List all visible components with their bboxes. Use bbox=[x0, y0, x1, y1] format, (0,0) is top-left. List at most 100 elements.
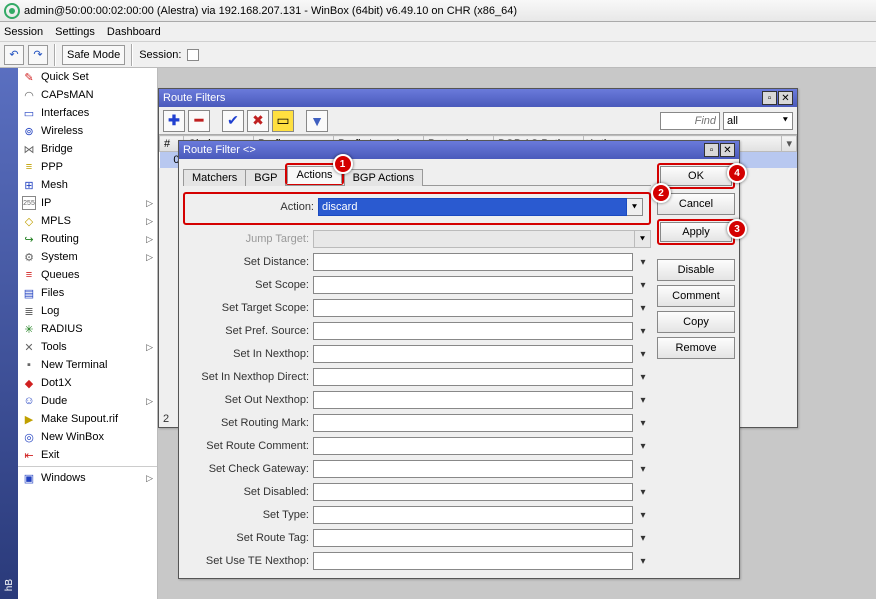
remove-button[interactable]: ━ bbox=[188, 110, 210, 132]
field-input[interactable] bbox=[313, 276, 633, 294]
sidebar-item-bridge[interactable]: ⋈Bridge bbox=[18, 140, 157, 158]
form-row: Set Check Gateway:▾ bbox=[183, 459, 651, 479]
dialog-titlebar[interactable]: Route Filter <> ▫ ✕ bbox=[179, 141, 739, 159]
filter-combo[interactable]: all ⯆ bbox=[723, 112, 793, 130]
close-icon[interactable]: ✕ bbox=[720, 143, 735, 157]
sidebar-item-ip[interactable]: 255IP▷ bbox=[18, 194, 157, 212]
action-field[interactable]: discard bbox=[318, 198, 627, 216]
sidebar-item-dude[interactable]: ☺Dude▷ bbox=[18, 392, 157, 410]
sidebar-item-files[interactable]: ▤Files bbox=[18, 284, 157, 302]
safe-mode-button[interactable]: Safe Mode bbox=[62, 45, 125, 65]
tab-matchers[interactable]: Matchers bbox=[183, 169, 246, 186]
sidebar-icon: ⚙ bbox=[22, 250, 36, 264]
menu-dashboard[interactable]: Dashboard bbox=[107, 26, 161, 38]
sidebar-item-queues[interactable]: ≡Queues bbox=[18, 266, 157, 284]
route-filters-title: Route Filters bbox=[163, 92, 225, 104]
disable-button[interactable]: ✖ bbox=[247, 110, 269, 132]
expand-field-button[interactable]: ▾ bbox=[635, 437, 651, 455]
sidebar-item-radius[interactable]: ✳RADIUS bbox=[18, 320, 157, 338]
sidebar-label: Wireless bbox=[41, 125, 83, 137]
expand-field-button[interactable]: ▾ bbox=[635, 345, 651, 363]
sidebar-label: Windows bbox=[41, 472, 86, 484]
tab-bgp-actions[interactable]: BGP Actions bbox=[344, 169, 424, 186]
field-input[interactable] bbox=[313, 483, 633, 501]
sidebar-item-new-terminal[interactable]: ▪New Terminal bbox=[18, 356, 157, 374]
field-input[interactable] bbox=[313, 253, 633, 271]
minimize-icon[interactable]: ▫ bbox=[704, 143, 719, 157]
sidebar-item-tools[interactable]: ✕Tools▷ bbox=[18, 338, 157, 356]
minimize-icon[interactable]: ▫ bbox=[762, 91, 777, 105]
expand-field-button[interactable]: ▾ bbox=[635, 414, 651, 432]
sidebar-item-new-winbox[interactable]: ◎New WinBox bbox=[18, 428, 157, 446]
route-filters-titlebar[interactable]: Route Filters ▫ ✕ bbox=[159, 89, 797, 107]
undo-button[interactable]: ↶ bbox=[4, 45, 24, 65]
dropdown-button[interactable]: ⯆ bbox=[635, 230, 651, 248]
sidebar-item-dot1x[interactable]: ◆Dot1X bbox=[18, 374, 157, 392]
redo-button[interactable]: ↷ bbox=[28, 45, 48, 65]
dialog-button-column: OK 4 Cancel Apply 3 Disable Comment Copy… bbox=[657, 163, 735, 574]
menu-session[interactable]: Session bbox=[4, 26, 43, 38]
expand-field-button[interactable]: ▾ bbox=[635, 368, 651, 386]
expand-field-button[interactable]: ▾ bbox=[635, 483, 651, 501]
sidebar-item-quick-set[interactable]: ✎Quick Set bbox=[18, 68, 157, 86]
dialog-title: Route Filter <> bbox=[183, 144, 256, 156]
expand-field-button[interactable]: ▾ bbox=[635, 506, 651, 524]
field-input[interactable] bbox=[313, 460, 633, 478]
field-input[interactable] bbox=[313, 437, 633, 455]
field-input[interactable] bbox=[313, 552, 633, 570]
expand-field-button[interactable]: ▾ bbox=[635, 460, 651, 478]
expand-field-button[interactable]: ▾ bbox=[635, 529, 651, 547]
apply-button[interactable]: Apply bbox=[660, 222, 732, 242]
field-input[interactable] bbox=[313, 506, 633, 524]
disable-button[interactable]: Disable bbox=[657, 259, 735, 281]
sidebar-item-mpls[interactable]: ◇MPLS▷ bbox=[18, 212, 157, 230]
field-input[interactable] bbox=[313, 414, 633, 432]
remove-button[interactable]: Remove bbox=[657, 337, 735, 359]
close-icon[interactable]: ✕ bbox=[778, 91, 793, 105]
field-input[interactable] bbox=[313, 230, 635, 248]
sidebar-item-ppp[interactable]: ≡PPP bbox=[18, 158, 157, 176]
field-input[interactable] bbox=[313, 322, 633, 340]
sidebar-icon: ⋈ bbox=[22, 142, 36, 156]
expand-field-button[interactable]: ▾ bbox=[635, 552, 651, 570]
col-menu[interactable]: ▾ bbox=[782, 136, 797, 152]
comment-button[interactable]: Comment bbox=[657, 285, 735, 307]
sidebar-label: Dude bbox=[41, 395, 67, 407]
find-input[interactable] bbox=[660, 112, 720, 130]
expand-field-button[interactable]: ▾ bbox=[635, 299, 651, 317]
sidebar-item-exit[interactable]: ⇤Exit bbox=[18, 446, 157, 464]
sidebar-item-system[interactable]: ⚙System▷ bbox=[18, 248, 157, 266]
expand-field-button[interactable]: ▾ bbox=[635, 253, 651, 271]
form-row: Set Route Comment:▾ bbox=[183, 436, 651, 456]
expand-field-button[interactable]: ▾ bbox=[635, 276, 651, 294]
enable-button[interactable]: ✔ bbox=[222, 110, 244, 132]
sidebar-item-interfaces[interactable]: ▭Interfaces bbox=[18, 104, 157, 122]
form-row: Set Route Tag:▾ bbox=[183, 528, 651, 548]
sidebar-item-routing[interactable]: ↪Routing▷ bbox=[18, 230, 157, 248]
copy-button[interactable]: Copy bbox=[657, 311, 735, 333]
filter-combo-value: all bbox=[727, 115, 738, 127]
menu-settings[interactable]: Settings bbox=[55, 26, 95, 38]
expand-field-button[interactable]: ▾ bbox=[635, 322, 651, 340]
sidebar-item-mesh[interactable]: ⊞Mesh bbox=[18, 176, 157, 194]
field-input[interactable] bbox=[313, 368, 633, 386]
field-input[interactable] bbox=[313, 391, 633, 409]
filter-button[interactable]: ▼ bbox=[306, 110, 328, 132]
sidebar-item-capsman[interactable]: ◠CAPsMAN bbox=[18, 86, 157, 104]
sidebar-item-make-supout-rif[interactable]: ▶Make Supout.rif bbox=[18, 410, 157, 428]
session-checkbox[interactable] bbox=[187, 49, 199, 61]
field-label: Set Type: bbox=[183, 509, 309, 521]
field-input[interactable] bbox=[313, 345, 633, 363]
menubar: Session Settings Dashboard bbox=[0, 22, 876, 42]
sidebar-item-log[interactable]: ≣Log bbox=[18, 302, 157, 320]
field-input[interactable] bbox=[313, 529, 633, 547]
action-dropdown-button[interactable]: ⯆ bbox=[627, 198, 643, 216]
expand-field-button[interactable]: ▾ bbox=[635, 391, 651, 409]
field-input[interactable] bbox=[313, 299, 633, 317]
comment-button[interactable]: ▭ bbox=[272, 110, 294, 132]
add-button[interactable]: ✚ bbox=[163, 110, 185, 132]
sidebar-item-wireless[interactable]: ⊚Wireless bbox=[18, 122, 157, 140]
tab-bgp[interactable]: BGP bbox=[245, 169, 286, 186]
ok-button[interactable]: OK bbox=[660, 166, 732, 186]
sidebar-item-windows[interactable]: ▣Windows▷ bbox=[18, 469, 157, 487]
